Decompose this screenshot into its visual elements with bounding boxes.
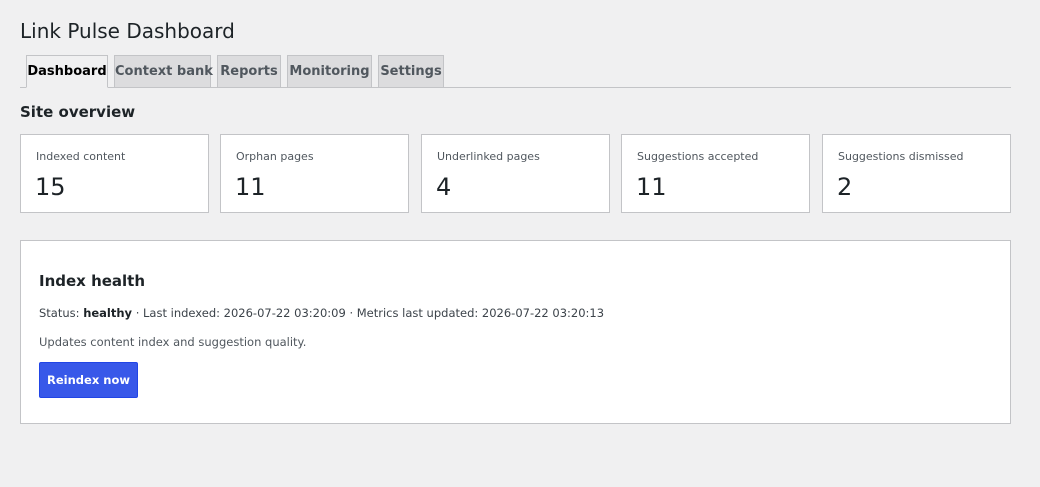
stat-value: 4	[436, 173, 452, 201]
stat-card-orphan-pages: Orphan pages 11	[220, 134, 409, 213]
stat-card-suggestions-dismissed: Suggestions dismissed 2	[822, 134, 1011, 213]
tab-bar: Dashboard Context bank Reports Monitorin…	[20, 55, 1011, 88]
stat-label: Indexed content	[36, 150, 126, 163]
stat-label: Suggestions accepted	[637, 150, 759, 163]
section-title-site-overview: Site overview	[20, 103, 136, 121]
index-health-description: Updates content index and suggestion qua…	[39, 335, 307, 349]
tab-monitoring[interactable]: Monitoring	[287, 55, 372, 87]
stat-label: Underlinked pages	[437, 150, 540, 163]
index-status-line: Status: healthy · Last indexed: 2026-07-…	[39, 305, 604, 321]
status-timestamps: · Last indexed: 2026-07-22 03:20:09 · Me…	[132, 306, 605, 320]
stat-card-indexed-content: Indexed content 15	[20, 134, 209, 213]
page-title: Link Pulse Dashboard	[20, 19, 235, 43]
tab-context-bank[interactable]: Context bank	[114, 55, 213, 87]
stat-card-suggestions-accepted: Suggestions accepted 11	[621, 134, 810, 213]
stat-value: 11	[636, 173, 667, 201]
status-prefix: Status:	[39, 306, 84, 320]
stat-label: Orphan pages	[236, 150, 314, 163]
status-badge: healthy	[83, 306, 133, 320]
tab-reports[interactable]: Reports	[217, 55, 281, 87]
stat-card-underlinked-pages: Underlinked pages 4	[421, 134, 610, 213]
reindex-now-button[interactable]: Reindex now	[39, 362, 138, 398]
stat-value: 2	[837, 173, 853, 201]
tab-dashboard[interactable]: Dashboard	[26, 55, 108, 88]
stat-value: 11	[235, 173, 266, 201]
panel-title-index-health: Index health	[39, 272, 146, 290]
stat-value: 15	[35, 173, 66, 201]
index-health-panel: Index health Status: healthy · Last inde…	[20, 240, 1011, 424]
tab-settings[interactable]: Settings	[378, 55, 444, 87]
stat-label: Suggestions dismissed	[838, 150, 964, 163]
